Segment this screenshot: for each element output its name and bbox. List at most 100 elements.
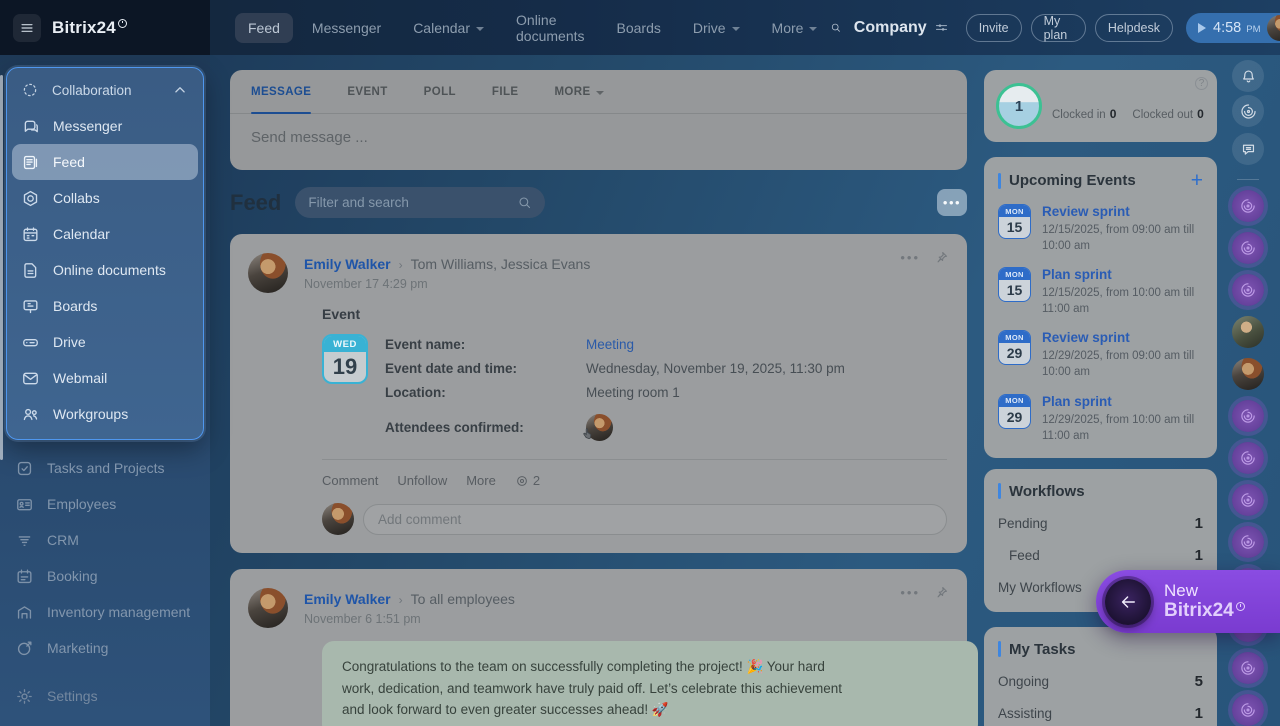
unfollow-action[interactable]: Unfollow — [397, 473, 447, 488]
topbar-logo-area: Bitrix24 — [0, 0, 210, 55]
sidebar-group-collaboration[interactable]: Collaboration — [12, 72, 198, 108]
event-date-chip: MON29 — [998, 394, 1031, 429]
copilot-chat-item[interactable] — [1232, 484, 1264, 516]
sidebar-item-crm[interactable]: CRM — [11, 522, 199, 558]
my-plan-button[interactable]: My plan — [1031, 14, 1086, 42]
post-author[interactable]: Emily Walker — [304, 591, 391, 607]
copilot-chat-item[interactable] — [1232, 526, 1264, 558]
new-bitrix24-badge[interactable]: New Bitrix24 — [1096, 570, 1280, 633]
booking-calendar-icon — [15, 567, 34, 586]
collaboration-icon — [21, 81, 39, 99]
tab-more[interactable]: MORE — [554, 70, 603, 113]
clocked-in-stat: Clocked in0 — [1052, 107, 1116, 121]
topnav-messenger[interactable]: Messenger — [299, 13, 394, 43]
event-time: 12/29/2025, from 10:00 am till 11:00 am — [1042, 412, 1204, 444]
event-title-link[interactable]: Plan sprint — [1042, 394, 1204, 409]
copilot-chat-item[interactable] — [1232, 274, 1264, 306]
tasks-row-ongoing[interactable]: Ongoing5 — [998, 673, 1203, 690]
views-counter[interactable]: 2 — [515, 473, 540, 488]
copilot-chat-item[interactable] — [1232, 652, 1264, 684]
topnav-calendar[interactable]: Calendar — [400, 13, 497, 43]
post-author[interactable]: Emily Walker — [304, 256, 391, 272]
message-input[interactable]: Send message ... — [230, 114, 967, 161]
event-name-link[interactable]: Meeting — [586, 337, 634, 352]
post-more-icon[interactable]: ••• — [900, 585, 920, 600]
topnav-more[interactable]: More — [759, 13, 831, 43]
gear-icon — [15, 687, 34, 706]
calendar-icon — [21, 225, 40, 244]
field-label: Event date and time: — [385, 361, 586, 376]
topnav-drive[interactable]: Drive — [680, 13, 753, 43]
chat-avatar[interactable] — [1232, 358, 1264, 390]
sidebar-item-online-documents[interactable]: Online documents — [12, 252, 198, 288]
copilot-chat-item[interactable] — [1232, 694, 1264, 726]
sidebar-item-inventory-management[interactable]: Inventory management — [11, 594, 199, 630]
invite-button[interactable]: Invite — [966, 14, 1022, 42]
clock-in-widget[interactable]: 1 Clocked in0 Clocked out0 ? — [984, 70, 1217, 142]
sidebar-item-tasks-and-projects[interactable]: Tasks and Projects — [11, 450, 199, 486]
company-menu[interactable]: Company — [854, 19, 949, 37]
sidebar-item-calendar[interactable]: Calendar — [12, 216, 198, 252]
avatar[interactable] — [1267, 15, 1280, 41]
tab-file[interactable]: FILE — [492, 70, 519, 113]
copilot-chat-item[interactable] — [1232, 190, 1264, 222]
sidebar-item-marketing[interactable]: Marketing — [11, 630, 199, 666]
topbar: Bitrix24 Feed Messenger Calendar Online … — [0, 0, 1280, 55]
event-title-link[interactable]: Review sprint — [1042, 330, 1204, 345]
copilot-chat-item[interactable] — [1232, 442, 1264, 474]
messenger-rail-button[interactable] — [1232, 133, 1264, 165]
post-header: Emily Walker › Tom Williams, Jessica Eva… — [248, 253, 947, 293]
notifications-button[interactable] — [1232, 60, 1264, 92]
topnav-boards[interactable]: Boards — [604, 13, 674, 43]
sidebar-item-webmail[interactable]: Webmail — [12, 360, 198, 396]
topnav-online-documents[interactable]: Online documents — [503, 5, 597, 51]
chat-avatar[interactable] — [1232, 316, 1264, 348]
copilot-chat-item[interactable] — [1232, 232, 1264, 264]
sidebar-item-booking[interactable]: Booking — [11, 558, 199, 594]
app-logo: Bitrix24 — [52, 18, 127, 38]
tasks-row-assisting[interactable]: Assisting1 — [998, 705, 1203, 722]
back-arrow-button[interactable] — [1105, 579, 1151, 625]
sidebar-item-workgroups[interactable]: Workgroups — [12, 396, 198, 432]
arrow-left-icon — [1118, 592, 1138, 612]
chevron-down-icon — [732, 27, 740, 31]
tab-event[interactable]: EVENT — [347, 70, 387, 113]
event-title-link[interactable]: Plan sprint — [1042, 267, 1204, 282]
menu-icon[interactable] — [13, 14, 41, 42]
avatar[interactable] — [322, 503, 354, 535]
event-title-link[interactable]: Review sprint — [1042, 204, 1204, 219]
copilot-chat-item[interactable] — [1232, 400, 1264, 432]
sidebar-item-employees[interactable]: Employees — [11, 486, 199, 522]
sidebar-item-messenger[interactable]: Messenger — [12, 108, 198, 144]
tab-poll[interactable]: POLL — [424, 70, 456, 113]
people-icon — [21, 405, 40, 424]
sidebar-item-feed[interactable]: Feed — [12, 144, 198, 180]
avatar[interactable] — [248, 588, 288, 628]
work-timer[interactable]: 4:58 PM — [1186, 13, 1280, 43]
post-recipients[interactable]: Tom Williams, Jessica Evans — [411, 256, 591, 272]
copilot-button[interactable] — [1232, 95, 1264, 127]
sidebar-item-settings[interactable]: Settings — [11, 678, 199, 714]
filter-search-input[interactable]: Filter and search — [295, 187, 545, 218]
sidebar-item-drive[interactable]: Drive — [12, 324, 198, 360]
topnav-feed[interactable]: Feed — [235, 13, 293, 43]
sidebar-item-collabs[interactable]: Collabs — [12, 180, 198, 216]
add-comment-input[interactable]: Add comment — [363, 504, 947, 535]
avatar[interactable] — [248, 253, 288, 293]
more-action[interactable]: More — [466, 473, 496, 488]
workflows-row-feed[interactable]: Feed1 — [998, 547, 1203, 564]
pin-icon[interactable] — [934, 250, 949, 265]
tab-message[interactable]: MESSAGE — [251, 70, 311, 113]
field-value: Wednesday, November 19, 2025, 11:30 pm — [586, 361, 845, 376]
post-message-text: Congratulations to the team on successfu… — [342, 656, 847, 721]
helpdesk-button[interactable]: Helpdesk — [1095, 14, 1173, 42]
help-icon[interactable]: ? — [1195, 77, 1208, 90]
add-event-button[interactable]: + — [1191, 170, 1203, 191]
search-icon[interactable] — [830, 19, 841, 36]
comment-action[interactable]: Comment — [322, 473, 378, 488]
sidebar-item-boards[interactable]: Boards — [12, 288, 198, 324]
post-more-icon[interactable]: ••• — [900, 250, 920, 265]
workflows-row-pending[interactable]: Pending1 — [998, 515, 1203, 532]
feed-options-button[interactable]: ••• — [937, 189, 967, 216]
pin-icon[interactable] — [934, 585, 949, 600]
